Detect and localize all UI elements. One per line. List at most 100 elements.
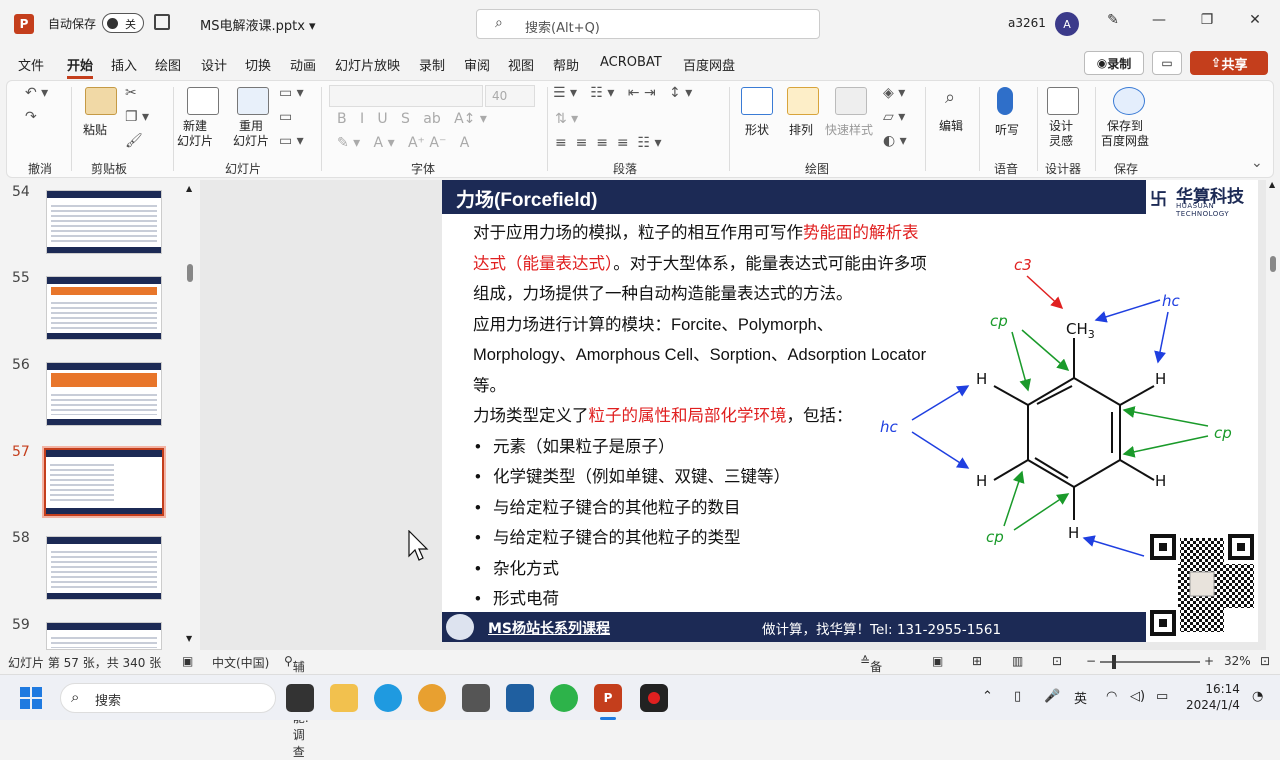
reset-icon[interactable]: ▭: [279, 109, 292, 125]
accessibility-status[interactable]: ⚲ 辅助功能: 调查: [284, 654, 309, 759]
slide-canvas[interactable]: 力场(Forcefield) 卐 华算科技 HUASUAN TECHNOLOGY…: [442, 180, 1258, 642]
tab-animations[interactable]: 动画: [290, 55, 316, 74]
baidu-cloud-icon[interactable]: [1113, 87, 1145, 115]
shape-icon[interactable]: [741, 87, 773, 115]
record-button[interactable]: ◉ 录制: [1084, 51, 1144, 75]
paste-icon[interactable]: [85, 87, 117, 115]
tab-slideshow[interactable]: 幻灯片放映: [335, 55, 400, 74]
quick-style-icon[interactable]: [835, 87, 867, 115]
minimize-button[interactable]: —: [1147, 12, 1171, 28]
user-name[interactable]: a3261: [1008, 16, 1046, 30]
input-method[interactable]: 英: [1074, 688, 1087, 707]
tab-design[interactable]: 设计: [201, 55, 227, 74]
slide-thumbnail-55[interactable]: [46, 276, 162, 340]
zoom-slider[interactable]: [1100, 655, 1200, 669]
wifi-icon[interactable]: ◠: [1106, 689, 1117, 704]
scroll-up-icon[interactable]: ▲: [1269, 180, 1275, 189]
windows-start-icon[interactable]: [20, 687, 42, 709]
layout-icon[interactable]: ▭ ▾: [279, 85, 304, 101]
edge-browser-icon[interactable]: [374, 684, 402, 712]
spell-check-icon[interactable]: ▣: [182, 654, 193, 668]
scroll-thumb[interactable]: [1270, 256, 1276, 272]
slide-thumbnail-57[interactable]: [42, 446, 166, 518]
thumbnail-scrollbar[interactable]: ▲ ▼: [186, 184, 194, 646]
tab-baidu[interactable]: 百度网盘: [683, 55, 735, 74]
volume-icon[interactable]: ◁): [1130, 689, 1145, 704]
microphone-icon[interactable]: [997, 87, 1013, 115]
app-icon[interactable]: [506, 684, 534, 712]
save-baidu-button[interactable]: 保存到 百度网盘: [1101, 119, 1149, 149]
zoom-in-icon[interactable]: +: [1204, 654, 1214, 668]
tab-view[interactable]: 视图: [508, 55, 534, 74]
scroll-up-icon[interactable]: ▲: [186, 184, 192, 193]
microphone-tray-icon[interactable]: 🎤: [1044, 689, 1060, 704]
wechat-icon[interactable]: [550, 684, 578, 712]
undo-icon[interactable]: ↶ ▾: [25, 85, 48, 101]
tab-help[interactable]: 帮助: [553, 55, 579, 74]
shape-effects-icon[interactable]: ◐ ▾: [883, 133, 907, 149]
pen-icon[interactable]: ✎: [1101, 12, 1125, 28]
arrange-icon[interactable]: [787, 87, 819, 115]
tab-home[interactable]: 开始: [67, 55, 94, 79]
designer-button[interactable]: 设计 灵感: [1049, 119, 1073, 149]
slide-scrollbar[interactable]: ▲: [1266, 180, 1280, 650]
avatar[interactable]: A: [1055, 12, 1079, 36]
new-slide-icon[interactable]: [187, 87, 219, 115]
tray-expand-icon[interactable]: ⌃: [982, 689, 993, 704]
new-slide-button[interactable]: 新建 幻灯片: [177, 119, 213, 149]
shape-outline-icon[interactable]: ▱ ▾: [883, 109, 905, 125]
zoom-level[interactable]: 32%: [1224, 654, 1251, 668]
close-button[interactable]: ✕: [1243, 12, 1267, 28]
format-painter-icon[interactable]: 🖌: [125, 133, 143, 149]
tab-record[interactable]: 录制: [419, 55, 445, 74]
scroll-down-icon[interactable]: ▼: [186, 634, 192, 643]
tab-transitions[interactable]: 切换: [245, 55, 271, 74]
slide-title[interactable]: 力场(Forcefield): [456, 185, 597, 212]
reuse-slide-button[interactable]: 重用 幻灯片: [233, 119, 269, 149]
tab-insert[interactable]: 插入: [111, 55, 137, 74]
normal-view-icon[interactable]: ▣: [932, 654, 943, 668]
usb-icon[interactable]: ▯: [1014, 689, 1021, 704]
share-button[interactable]: ⇪ 共享: [1190, 51, 1268, 75]
comment-button[interactable]: ▭: [1152, 51, 1182, 75]
slide-thumbnail-58[interactable]: [46, 536, 162, 600]
notes-button[interactable]: ≙ 备注: [860, 654, 882, 691]
restore-button[interactable]: ❐: [1195, 12, 1219, 28]
bold-icon[interactable]: B I U S ab A↕ ▾: [337, 111, 487, 127]
paste-button[interactable]: 粘贴: [83, 121, 107, 138]
slideshow-icon[interactable]: ⊡: [1052, 654, 1062, 668]
scroll-thumb[interactable]: [187, 264, 193, 282]
cut-icon[interactable]: ✂: [125, 85, 137, 101]
font-name-select[interactable]: [329, 85, 483, 107]
font-color-icon[interactable]: ✎ ▾ A ▾ A⁺ A⁻ A: [337, 135, 469, 151]
slide-sorter-icon[interactable]: ⊞: [972, 654, 982, 668]
reading-view-icon[interactable]: ▥: [1012, 654, 1023, 668]
section-icon[interactable]: ▭ ▾: [279, 133, 304, 149]
designer-icon[interactable]: [1047, 87, 1079, 115]
file-name[interactable]: MS电解液课.pptx ▾: [200, 15, 316, 34]
toluene-molecule-diagram[interactable]: CH3 H H H H H c3 hc hc cp cp cp: [872, 250, 1252, 560]
shape-button[interactable]: 形状: [745, 121, 769, 138]
font-size-select[interactable]: 40: [485, 85, 535, 107]
recorder-icon[interactable]: [640, 684, 668, 712]
tab-file[interactable]: 文件: [18, 55, 44, 74]
language-status[interactable]: 中文(中国): [212, 654, 269, 671]
notification-icon[interactable]: ◔: [1252, 689, 1263, 704]
shape-fill-icon[interactable]: ◈ ▾: [883, 85, 905, 101]
tab-draw[interactable]: 绘图: [155, 55, 181, 74]
slide-thumbnail-54[interactable]: [46, 190, 162, 254]
slide-body-text[interactable]: 对于应用力场的模拟，粒子的相互作用可写作势能面的解析表达式（能量表达式）。对于大…: [473, 218, 933, 615]
find-icon[interactable]: ⌕: [945, 87, 955, 108]
arrange-button[interactable]: 排列: [789, 121, 813, 138]
slide-thumbnail-56[interactable]: [46, 362, 162, 426]
app-icon[interactable]: [462, 684, 490, 712]
tab-acrobat[interactable]: ACROBAT: [600, 55, 662, 70]
bullets-icon[interactable]: ☰ ▾ ☷ ▾ ⇤ ⇥ ↕ ▾: [553, 85, 692, 101]
copy-icon[interactable]: ❐ ▾: [125, 109, 149, 125]
reuse-slide-icon[interactable]: [237, 87, 269, 115]
align-icon[interactable]: ≡ ≡ ≡ ≡ ☷ ▾: [555, 135, 662, 151]
app-icon[interactable]: [418, 684, 446, 712]
taskbar-search[interactable]: ⌕ 搜索: [60, 683, 276, 713]
autosave-toggle[interactable]: 关: [102, 13, 144, 33]
slide-thumbnail-59[interactable]: [46, 622, 162, 650]
